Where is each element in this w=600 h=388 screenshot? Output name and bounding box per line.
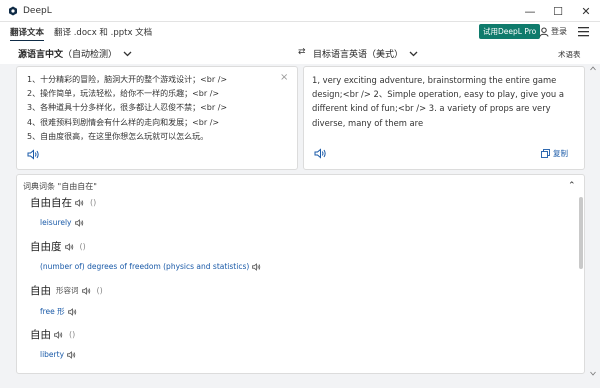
glossary-button[interactable]: 术语表 bbox=[558, 49, 581, 60]
source-line: 2、操作简单，玩法轻松，给你不一样的乐趣；<br /> bbox=[27, 89, 220, 99]
part-of-speech: 形容词 bbox=[56, 286, 79, 295]
title-bar: DeepL — ☐ ✕ bbox=[0, 0, 600, 22]
swap-languages-button[interactable]: ⇄ bbox=[298, 47, 306, 57]
headword: 自由度 bbox=[30, 241, 62, 253]
speaker-icon[interactable] bbox=[67, 307, 77, 316]
target-language-select[interactable]: 目标语言英语（美式） bbox=[313, 47, 418, 60]
source-line: 3、各种道具十分多样化，很多都让人忍俊不禁；<br /> bbox=[27, 103, 228, 113]
translation-text: leisurely bbox=[40, 218, 72, 227]
translation-text: liberty bbox=[40, 350, 65, 359]
copy-icon bbox=[541, 149, 550, 158]
translation-text: free 形 bbox=[40, 307, 65, 316]
target-text-panel: 1, very exciting adventure, brainstormin… bbox=[303, 66, 585, 170]
speaker-icon[interactable] bbox=[67, 350, 76, 359]
dictionary-entry: 自由度 () (number of) degrees of freedom (p… bbox=[30, 239, 261, 271]
source-line: 5、自由度很高，在这里你想怎么玩就可以怎么玩。 bbox=[27, 131, 209, 141]
source-line: 4、很难预料到剧情会有什么样的走向和发展；<br /> bbox=[27, 117, 220, 127]
speaker-icon[interactable] bbox=[75, 198, 84, 207]
speaker-icon[interactable] bbox=[64, 242, 74, 251]
deepl-logo-icon bbox=[8, 6, 18, 16]
tab-translate-documents[interactable]: 翻译 .docx 和 .pptx 文档 bbox=[54, 22, 152, 42]
translation-output: 1, very exciting adventure, brainstormin… bbox=[312, 75, 565, 128]
dictionary-panel: 词典词条 "自由自在" ⌃ 自由自在 () leisurely 自由度 () (… bbox=[16, 174, 585, 374]
tab-translate-text[interactable]: 翻译文本 bbox=[10, 22, 45, 42]
speaker-icon[interactable] bbox=[314, 148, 327, 159]
headword: 自由自在 bbox=[30, 197, 72, 209]
maximize-button[interactable]: ☐ bbox=[544, 0, 572, 22]
dictionary-entry: 自由 () liberty bbox=[30, 327, 76, 359]
dictionary-translation[interactable]: free 形 bbox=[40, 306, 103, 317]
dictionary-title: 词典词条 "自由自在" bbox=[23, 182, 97, 191]
headword-paren: () bbox=[96, 286, 103, 295]
source-line: 1、十分精彩的冒险，脑洞大开的整个游戏设计；<br /> bbox=[27, 75, 228, 84]
clear-text-button[interactable]: × bbox=[280, 72, 288, 83]
chevron-down-icon bbox=[123, 51, 132, 56]
speaker-icon[interactable] bbox=[74, 218, 84, 227]
dictionary-entry: 自由 形容词 () free 形 bbox=[30, 283, 103, 317]
copy-button[interactable]: 复制 bbox=[541, 148, 568, 159]
chevron-down-icon bbox=[409, 51, 418, 56]
source-language-label: 源语言中文 bbox=[18, 50, 64, 60]
try-pro-button[interactable]: 试用DeepL Pro bbox=[479, 24, 541, 39]
headword-paren: () bbox=[79, 242, 86, 251]
dictionary-translation[interactable]: (number of) degrees of freedom (physics … bbox=[40, 262, 261, 271]
headword-paren: () bbox=[69, 330, 76, 339]
nav-bar: 翻译文本 翻译 .docx 和 .pptx 文档 试用DeepL Pro 登录 bbox=[0, 22, 600, 42]
dictionary-entry: 自由自在 () leisurely bbox=[30, 195, 96, 227]
headword-paren: () bbox=[90, 198, 97, 207]
target-language-label: 目标语言英语（美式） bbox=[313, 50, 404, 60]
login-button[interactable]: 登录 bbox=[539, 24, 567, 39]
language-bar: 源语言中文（自动检测） ⇄ 目标语言英语（美式） 术语表 bbox=[0, 42, 600, 64]
minimize-button[interactable]: — bbox=[516, 0, 544, 22]
speaker-icon[interactable] bbox=[252, 262, 261, 271]
speaker-icon[interactable] bbox=[54, 330, 63, 339]
collapse-dictionary-button[interactable]: ⌃ bbox=[568, 181, 576, 191]
app-title: DeepL bbox=[23, 5, 52, 16]
dictionary-translation[interactable]: leisurely bbox=[40, 218, 96, 227]
hamburger-menu-icon[interactable] bbox=[578, 26, 589, 37]
source-text-input[interactable]: 1、十分精彩的冒险，脑洞大开的整个游戏设计；<br /> 2、操作简单，玩法轻松… bbox=[27, 73, 285, 143]
speaker-icon[interactable] bbox=[27, 149, 40, 160]
login-label: 登录 bbox=[551, 27, 567, 36]
source-detect-label: （自动检测） bbox=[63, 50, 118, 60]
window-scrollbar[interactable] bbox=[590, 66, 596, 376]
speaker-icon[interactable] bbox=[81, 286, 91, 295]
source-text-panel[interactable]: 1、十分精彩的冒险，脑洞大开的整个游戏设计；<br /> 2、操作简单，玩法轻松… bbox=[16, 66, 298, 170]
user-icon bbox=[539, 27, 549, 37]
close-button[interactable]: ✕ bbox=[572, 0, 600, 22]
dictionary-translation[interactable]: liberty bbox=[40, 350, 76, 359]
headword: 自由 bbox=[30, 285, 51, 297]
headword: 自由 bbox=[30, 329, 51, 341]
translation-text: (number of) degrees of freedom (physics … bbox=[40, 262, 250, 271]
copy-label: 复制 bbox=[553, 149, 568, 158]
source-language-select[interactable]: 源语言中文（自动检测） bbox=[18, 47, 132, 60]
dictionary-scrollbar[interactable] bbox=[579, 197, 583, 269]
